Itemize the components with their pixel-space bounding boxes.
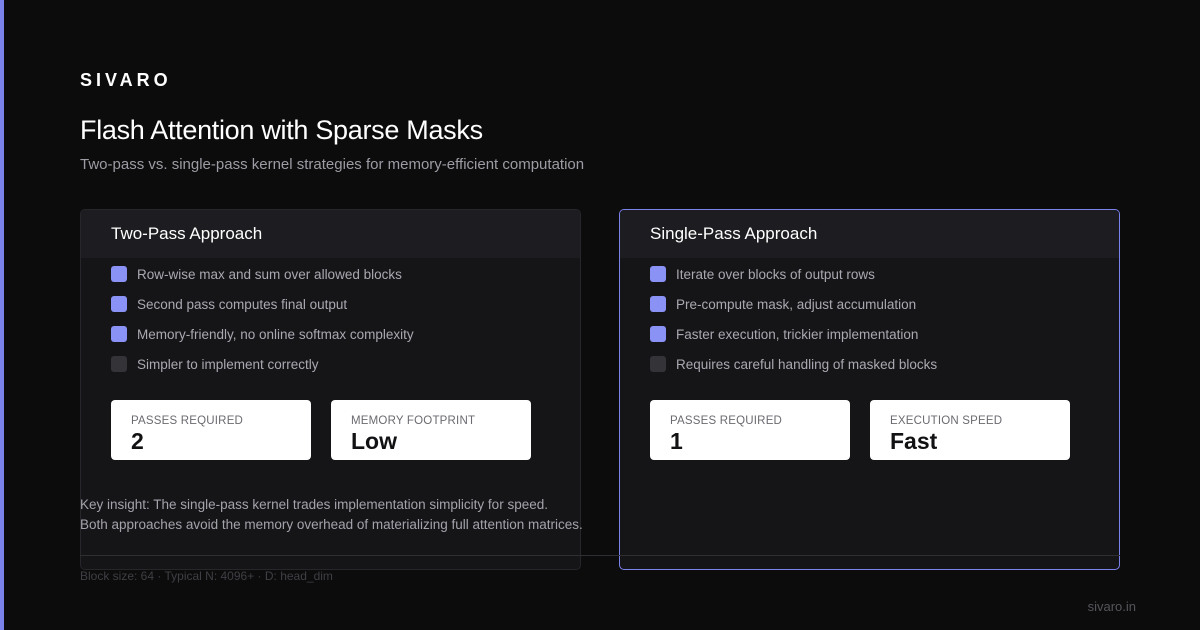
checkbox-unchecked-icon: [111, 356, 127, 372]
checkbox-checked-icon: [650, 266, 666, 282]
card-heading: Single-Pass Approach: [620, 210, 1119, 258]
key-insight: Key insight: The single-pass kernel trad…: [80, 495, 583, 535]
page-title: Flash Attention with Sparse Masks: [80, 115, 483, 145]
slide: SIVARO Flash Attention with Sparse Masks…: [0, 0, 1200, 630]
list-item: Row-wise max and sum over allowed blocks: [111, 259, 414, 289]
list-item: Faster execution, trickier implementatio…: [650, 319, 937, 349]
stat-value: Fast: [890, 428, 938, 454]
card-heading: Two-Pass Approach: [81, 210, 580, 258]
stat-label: PASSES REQUIRED: [131, 415, 244, 427]
stat-passes-required: PASSES REQUIRED 1: [650, 400, 850, 460]
checkbox-checked-icon: [111, 326, 127, 342]
stat-memory-footprint: MEMORY FOOTPRINT Low: [331, 400, 531, 460]
list-item: Simpler to implement correctly: [111, 349, 414, 379]
stat-label: EXECUTION SPEED: [890, 415, 1003, 427]
page-subtitle: Two-pass vs. single-pass kernel strategi…: [80, 156, 585, 173]
list-item: Pre-compute mask, adjust accumulation: [650, 289, 937, 319]
list-item-label: Row-wise max and sum over allowed blocks: [137, 266, 402, 282]
list-item: Requires careful handling of masked bloc…: [650, 349, 937, 379]
list-item-label: Simpler to implement correctly: [137, 356, 319, 372]
checkbox-checked-icon: [111, 296, 127, 312]
brand-logo: SIVARO: [80, 70, 172, 90]
list-item-label: Faster execution, trickier implementatio…: [676, 326, 919, 342]
list-item-label: Memory-friendly, no online softmax compl…: [137, 326, 414, 342]
stat-label: PASSES REQUIRED: [670, 415, 783, 427]
stat-value: 1: [670, 428, 683, 454]
stat-passes-required: PASSES REQUIRED 2: [111, 400, 311, 460]
list-item-label: Second pass computes final output: [137, 296, 348, 312]
divider: [80, 555, 1120, 556]
insight-line: Both approaches avoid the memory overhea…: [80, 517, 583, 532]
stat-label: MEMORY FOOTPRINT: [351, 415, 476, 427]
checkbox-checked-icon: [650, 296, 666, 312]
feature-list: Row-wise max and sum over allowed blocks…: [111, 259, 414, 379]
insight-line: Key insight: The single-pass kernel trad…: [80, 497, 548, 512]
single-pass-card: Single-Pass Approach Iterate over blocks…: [619, 209, 1120, 570]
list-item-label: Requires careful handling of masked bloc…: [676, 356, 938, 372]
checkbox-checked-icon: [111, 266, 127, 282]
checkbox-unchecked-icon: [650, 356, 666, 372]
list-item: Iterate over blocks of output rows: [650, 259, 937, 289]
accent-bar: [0, 0, 4, 630]
site-url: sivaro.in: [1087, 599, 1136, 614]
list-item: Memory-friendly, no online softmax compl…: [111, 319, 414, 349]
list-item-label: Pre-compute mask, adjust accumulation: [676, 296, 917, 312]
stat-execution-speed: EXECUTION SPEED Fast: [870, 400, 1070, 460]
list-item: Second pass computes final output: [111, 289, 414, 319]
stat-value: 2: [131, 428, 144, 454]
stat-value: Low: [351, 428, 397, 454]
feature-list: Iterate over blocks of output rows Pre-c…: [650, 259, 937, 379]
checkbox-checked-icon: [650, 326, 666, 342]
footnote: Block size: 64 · Typical N: 4096+ · D: h…: [80, 569, 333, 583]
list-item-label: Iterate over blocks of output rows: [676, 266, 875, 282]
